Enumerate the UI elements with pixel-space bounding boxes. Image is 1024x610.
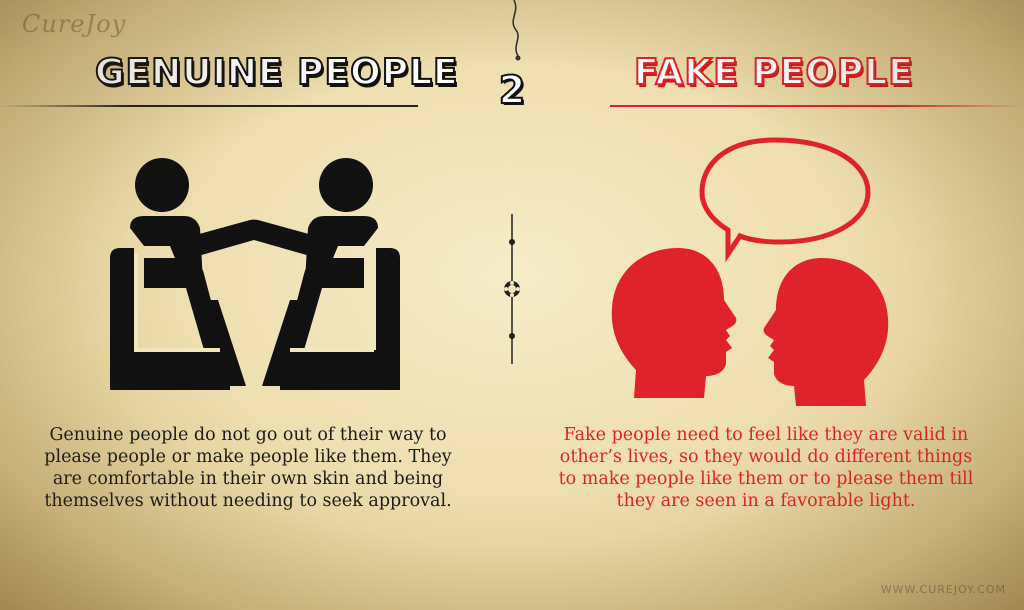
curejoy-logo: CureJoy	[22, 10, 127, 38]
two-people-sitting-talking-icon	[110, 158, 400, 390]
fake-people-heading: FAKE PEOPLE	[633, 51, 914, 94]
step-number: 2	[498, 67, 526, 113]
genuine-people-heading: GENUINE PEOPLE	[94, 51, 459, 94]
hanging-string-ornament	[512, 0, 521, 61]
fake-people-description: Fake people need to feel like they are v…	[558, 425, 974, 511]
genuine-people-description: Genuine people do not go out of their wa…	[44, 425, 452, 511]
curejoy-watermark: WWW.CUREJOY.COM	[880, 583, 1006, 596]
infographic-canvas: CureJoy GENUINE PEOPLE 2 FAKE PEOPLE Gen…	[0, 0, 1024, 610]
two-heads-speech-bubble-icon	[611, 137, 889, 406]
right-heading-underline	[610, 105, 1024, 107]
ornamental-divider-icon	[504, 214, 520, 364]
left-heading-underline	[0, 105, 418, 107]
